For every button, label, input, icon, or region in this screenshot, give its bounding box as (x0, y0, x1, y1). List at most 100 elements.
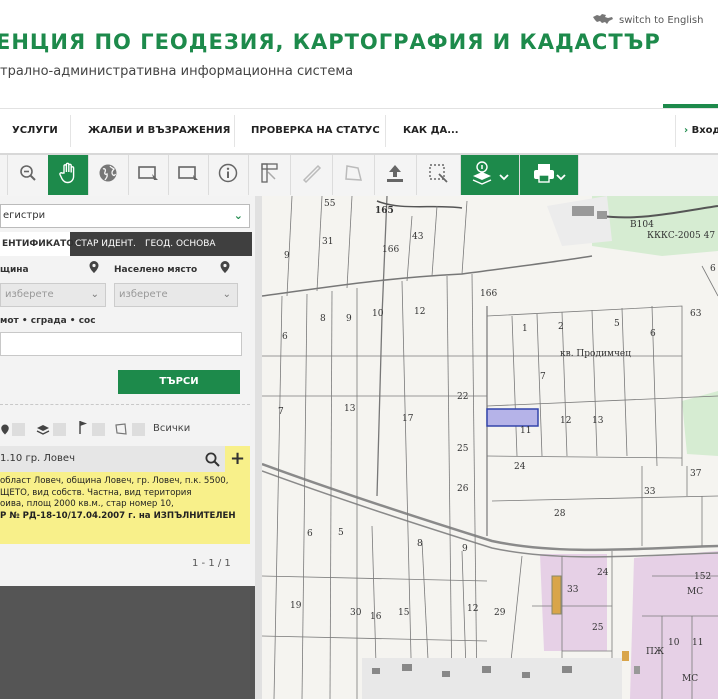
svg-text:28: 28 (554, 509, 566, 519)
object-search-input[interactable] (0, 332, 242, 356)
filter-checkbox[interactable] (132, 423, 145, 436)
svg-text:5: 5 (614, 319, 620, 329)
result-line: Р № РД-18-10/17.04.2007 г. на ИЗПЪЛНИТЕЛ… (0, 510, 236, 521)
ruler-icon (300, 162, 322, 188)
filter-row: Всички (0, 420, 250, 438)
select-area-button[interactable] (416, 155, 461, 195)
zoom-in-button[interactable] (0, 155, 8, 195)
svg-text:ПЖ: ПЖ (646, 647, 664, 657)
municipality-dropdown[interactable]: изберете ⌄ (0, 283, 106, 307)
pan-button[interactable] (48, 155, 89, 195)
layers-icon[interactable] (36, 421, 50, 440)
zoom-out-icon (19, 164, 37, 186)
register-select-value: егистри (3, 210, 46, 221)
flag-icon[interactable] (77, 420, 89, 439)
select-rect-icon (137, 164, 159, 186)
panel-footer (0, 586, 255, 699)
svg-text:9: 9 (346, 314, 352, 324)
map-toolbar (0, 155, 718, 197)
svg-text:6: 6 (307, 529, 313, 539)
svg-text:43: 43 (412, 232, 424, 242)
add-icon[interactable]: + (225, 446, 250, 472)
svg-text:МС: МС (687, 587, 703, 597)
nav-item-services[interactable]: УСЛУГИ (12, 109, 58, 153)
tab-identifier[interactable]: ЕНТИФИКАТОР (0, 232, 81, 256)
result-pager: 1 - 1 / 1 (192, 558, 231, 569)
nav-item-status-check[interactable]: ПРОВЕРКА НА СТАТУС (251, 109, 380, 153)
svg-text:19: 19 (290, 601, 302, 611)
chevron-down-icon: ⌄ (233, 209, 243, 222)
layers-icon (471, 160, 499, 190)
nav-item-how-to[interactable]: КАК ДА... (403, 109, 459, 153)
result-line: област Ловеч, община Ловеч, гр. Ловеч, п… (0, 476, 229, 486)
settlement-dropdown[interactable]: изберете ⌄ (114, 283, 238, 307)
svg-text:152: 152 (694, 572, 711, 582)
chevron-down-icon: ⌄ (90, 289, 99, 300)
area-button[interactable] (332, 155, 375, 195)
tab-old-identifier[interactable]: СТАР ИДЕНТ. (75, 232, 136, 256)
main-nav: УСЛУГИ ЖАЛБИ И ВЪЗРАЖЕНИЯ ПРОВЕРКА НА СТ… (0, 108, 718, 156)
svg-text:31: 31 (322, 237, 333, 247)
nav-divider (385, 115, 386, 147)
print-button[interactable] (520, 155, 579, 195)
measure-ruler-icon (258, 162, 280, 188)
language-switch[interactable]: switch to English (592, 13, 703, 28)
svg-text:10: 10 (668, 638, 680, 648)
info-button[interactable] (208, 155, 249, 195)
filter-checkbox[interactable] (53, 423, 66, 436)
svg-text:16: 16 (370, 612, 382, 622)
svg-text:33: 33 (567, 585, 579, 595)
filter-checkbox[interactable] (12, 423, 25, 436)
svg-text:15: 15 (398, 608, 410, 618)
zoom-out-button[interactable] (8, 155, 49, 195)
result-line: оива, площ 2000 кв.м., стар номер 10, (0, 499, 174, 509)
globe-map-icon (592, 13, 614, 28)
svg-text:12: 12 (414, 307, 425, 317)
panel-splitter[interactable] (255, 196, 262, 699)
chevron-down-icon (556, 166, 566, 185)
area-icon[interactable] (114, 421, 128, 440)
globe-button[interactable] (88, 155, 129, 195)
forest-zone (592, 196, 718, 256)
svg-text:5: 5 (338, 528, 344, 538)
municipality-dropdown-value: изберете (5, 289, 54, 300)
ruler-button[interactable] (290, 155, 333, 195)
svg-text:13: 13 (344, 404, 356, 414)
svg-text:55: 55 (324, 199, 336, 209)
svg-text:КККС-2005 47: КККС-2005 47 (647, 231, 715, 241)
select-area-icon (427, 162, 449, 188)
header: ЕНЦИЯ ПО ГЕОДЕЗИЯ, КАРТОГРАФИЯ И КАДАСТЪ… (0, 0, 718, 108)
measure-button[interactable] (248, 155, 291, 195)
forest-zone (682, 391, 718, 456)
search-button[interactable]: ТЪРСИ (118, 370, 240, 394)
settlement-label: Населено място (114, 265, 198, 275)
language-switch-label: switch to English (619, 15, 704, 26)
register-select[interactable]: егистри ⌄ (0, 204, 250, 228)
settlement-dropdown-value: изберете (119, 289, 168, 300)
svg-text:6: 6 (710, 264, 716, 274)
tab-geodetic-base[interactable]: ГЕОД. ОСНОВА (145, 232, 216, 256)
upload-icon (384, 162, 406, 188)
nav-item-complaints[interactable]: ЖАЛБИ И ВЪЗРАЖЕНИЯ (88, 109, 230, 153)
filter-checkbox[interactable] (92, 423, 105, 436)
object-label: мот • сграда • сос (0, 316, 96, 326)
agency-subtitle: трално-административна информационна сис… (0, 64, 354, 79)
select-rect-button[interactable] (128, 155, 169, 195)
svg-text:63: 63 (690, 309, 702, 319)
location-pin-icon (88, 259, 100, 278)
svg-text:10: 10 (372, 309, 384, 319)
svg-text:24: 24 (514, 462, 526, 472)
login-link[interactable]: › Вход (684, 109, 718, 153)
pan-hand-icon (58, 162, 78, 188)
svg-text:1: 1 (522, 324, 528, 334)
svg-text:7: 7 (540, 372, 546, 382)
layers-button[interactable] (461, 155, 520, 195)
chevron-down-icon (499, 166, 509, 185)
nav-divider (70, 115, 71, 147)
result-item[interactable]: област Ловеч, община Ловеч, гр. Ловеч, п… (0, 472, 250, 544)
cadastral-map[interactable]: 55 165 43 31 166 166 B104 КККС-2005 47 6… (262, 196, 718, 699)
upload-button[interactable] (374, 155, 417, 195)
location-pin-icon[interactable] (0, 421, 10, 440)
svg-text:22: 22 (457, 392, 468, 402)
select-rect-alt-button[interactable] (168, 155, 209, 195)
